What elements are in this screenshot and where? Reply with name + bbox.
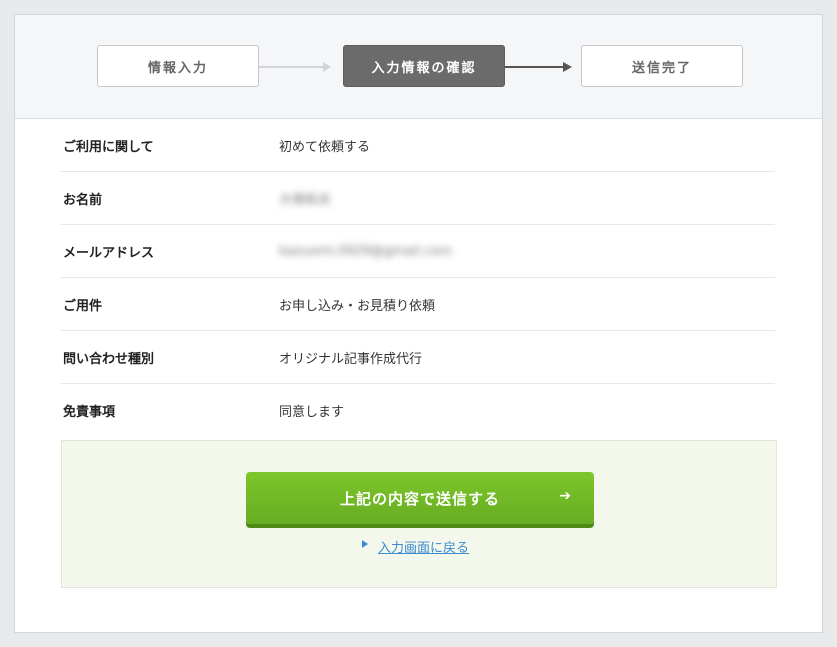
table-row: メールアドレス kazuomi.0929@gmail.com	[61, 224, 775, 278]
table-row: 免責事項 同意します	[61, 384, 775, 437]
table-row: ご用件 お申し込み・お見積り依頼	[61, 277, 775, 331]
row-value: 初めて依頼する	[279, 119, 775, 172]
submit-button[interactable]: 上記の内容で送信する ➔	[246, 472, 594, 524]
step-input: 情報入力	[97, 45, 259, 87]
step-connector-2	[505, 66, 565, 68]
back-to-input-link[interactable]: 入力画面に戻る	[360, 537, 469, 556]
arrow-right-icon: ➔	[559, 488, 572, 504]
row-label: 問い合わせ種別	[61, 330, 279, 384]
submit-area: 上記の内容で送信する ➔ 入力画面に戻る	[61, 440, 777, 588]
row-value: 同意します	[279, 404, 345, 420]
row-value-redacted: kazuomi.0929@gmail.com	[279, 243, 452, 259]
row-label: ご利用に関して	[61, 119, 279, 172]
row-value: オリジナル記事作成代行	[279, 330, 775, 384]
row-label: メールアドレス	[61, 224, 279, 278]
row-value-redacted: 大塚和夫	[279, 192, 332, 208]
row-label: ご用件	[61, 277, 279, 331]
arrow-right-icon	[323, 62, 331, 72]
progress-steps: 情報入力 入力情報の確認 送信完了	[15, 15, 822, 119]
row-label: お名前	[61, 171, 279, 225]
confirmation-panel: 情報入力 入力情報の確認 送信完了 ご利用に関して 初めて依頼する お名前 大塚…	[14, 14, 823, 633]
step-complete: 送信完了	[581, 45, 743, 87]
step-confirm: 入力情報の確認	[343, 45, 505, 87]
arrow-right-icon	[563, 62, 572, 72]
table-row: ご利用に関して 初めて依頼する	[61, 119, 775, 172]
row-value: お申し込み・お見積り依頼	[279, 277, 775, 331]
table-row: お名前 大塚和夫	[61, 171, 775, 225]
confirmation-table: ご利用に関して 初めて依頼する お名前 大塚和夫 メールアドレス kazuomi…	[61, 119, 775, 436]
table-row: 問い合わせ種別 オリジナル記事作成代行	[61, 330, 775, 384]
submit-button-label: 上記の内容で送信する	[339, 489, 500, 508]
step-connector-1	[259, 66, 325, 68]
row-label: 免責事項	[63, 404, 116, 420]
